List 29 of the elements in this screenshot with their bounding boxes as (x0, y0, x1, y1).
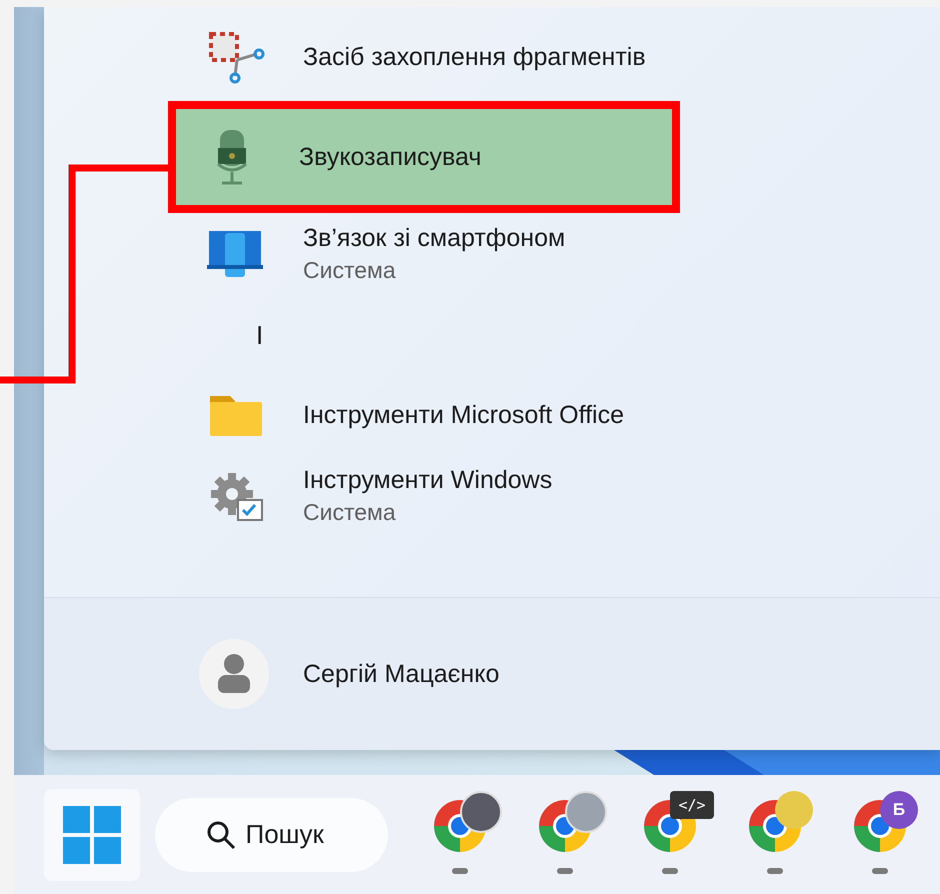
app-item[interactable]: Засіб захоплення фрагментів (168, 17, 680, 97)
user-name[interactable]: Сергій Мацаєнко (303, 660, 500, 688)
person-icon (216, 653, 252, 695)
running-indicator (872, 868, 888, 874)
start-button[interactable] (44, 788, 140, 880)
profile-badge: </> (670, 790, 714, 818)
app-item[interactable]: Інструменти Microsoft Office (168, 375, 680, 455)
running-indicator (662, 868, 678, 874)
profile-avatar-icon (565, 790, 607, 832)
emoji-avatar-icon (775, 790, 813, 828)
running-indicator (557, 868, 573, 874)
app-item[interactable]: Зв’язок зі смартфоном Система (168, 213, 680, 295)
gear-icon (208, 470, 264, 522)
search-icon (206, 820, 236, 850)
windows-icon (63, 806, 121, 864)
running-indicator (767, 868, 783, 874)
group-letter: І (256, 320, 264, 350)
taskbar-app-button[interactable]: Б (830, 784, 930, 884)
running-indicator (452, 868, 468, 874)
snipping-tool-icon (207, 30, 265, 84)
profile-avatar-icon (460, 790, 502, 832)
profile-badge: Б (880, 790, 918, 828)
search-bar[interactable]: Пошук (155, 798, 388, 872)
phone-link-icon (207, 229, 265, 279)
search-input[interactable]: Пошук (244, 818, 338, 851)
app-item[interactable]: Звукозаписувач (168, 101, 680, 213)
app-item[interactable]: Інструменти Windows Система (168, 455, 680, 537)
microphone-icon (215, 128, 249, 186)
taskbar-app-button[interactable]: </> (620, 784, 720, 884)
